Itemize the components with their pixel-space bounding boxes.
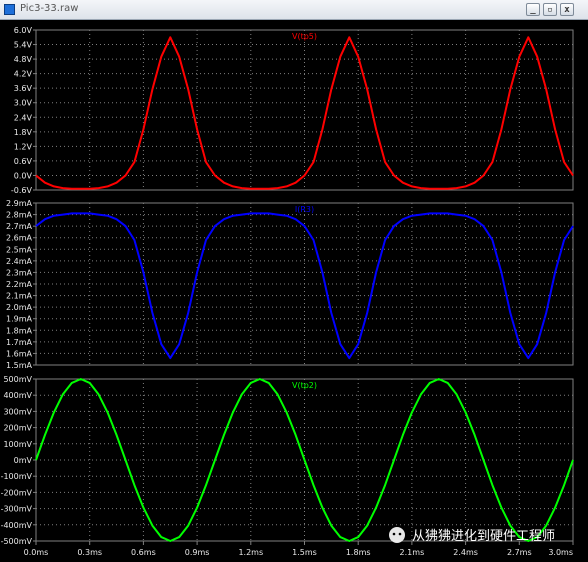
y-tick-label: 0mV (14, 456, 33, 465)
watermark-text: 从狒狒进化到硬件工程师 (412, 529, 555, 544)
y-tick-label: 2.8mA (6, 211, 33, 220)
y-tick-label: 4.2V (14, 70, 33, 79)
y-tick-label: 2.7mA (6, 222, 33, 231)
watermark: 从狒狒进化到硬件工程师 (389, 527, 555, 544)
y-tick-label: -300mV (1, 505, 33, 514)
y-tick-label: 3.0V (14, 99, 33, 108)
y-tick-label: 1.8V (14, 128, 33, 137)
y-tick-label: 2.0mA (6, 303, 33, 312)
y-tick-label: 2.5mA (6, 245, 33, 254)
minimize-button[interactable]: _ (526, 3, 540, 16)
x-tick-label: 2.1ms (400, 548, 425, 557)
x-tick-label: 3.0ms (548, 548, 573, 557)
y-tick-label: -500mV (1, 537, 33, 546)
y-tick-label: 2.3mA (6, 268, 33, 277)
window-titlebar: Pic3-33.raw _ ▫ x (0, 0, 588, 20)
wechat-icon-eye-left (392, 532, 396, 536)
y-tick-label: -200mV (1, 488, 33, 497)
window-title: Pic3-33.raw (20, 3, 79, 14)
x-tick-label: 1.8ms (346, 548, 371, 557)
x-tick-label: 2.7ms (507, 548, 532, 557)
close-button[interactable]: x (560, 3, 574, 16)
y-tick-label: 2.9mA (6, 199, 33, 208)
y-tick-label: 0.0V (14, 171, 33, 180)
y-tick-label: 2.4V (14, 113, 33, 122)
waveform-plot[interactable]: -0.6V 0.0V 0.6V 1.2V 1.8V 2.4V 3.0V 3.6V 4.2V 4.8… (0, 20, 588, 562)
y-tick-label: 1.8mA (6, 326, 33, 335)
pane-2: 1.5mA 1.6mA 1.7mA 1.8mA 1.9mA 2.0mA 2.1mA 2.2mA… (6, 199, 574, 370)
y-tick-label: 2.6mA (6, 234, 33, 243)
wechat-icon-eye-right (398, 532, 402, 536)
y-tick-label: 4.8V (14, 55, 33, 64)
y-tick-label: -100mV (1, 472, 33, 481)
y-tick-label: -0.6V (11, 186, 33, 195)
y-tick-label: 2.1mA (6, 292, 33, 301)
y-tick-label: 1.7mA (6, 338, 33, 347)
x-tick-label: 0.0ms (24, 548, 49, 557)
series-title: V(tp2) (292, 381, 317, 390)
y-tick-label: 1.2V (14, 142, 33, 151)
y-tick-label: -400mV (1, 521, 33, 530)
y-tick-label: 3.6V (14, 84, 33, 93)
y-tick-label: 1.5mA (6, 361, 33, 370)
x-tick-label: 2.4ms (453, 548, 478, 557)
x-tick-label: 1.5ms (292, 548, 317, 557)
waveform-file-icon (4, 4, 15, 15)
x-tick-label: 0.3ms (77, 548, 102, 557)
x-tick-label: 0.6ms (131, 548, 156, 557)
y-tick-label: 6.0V (14, 26, 33, 35)
pane-3: -500mV -400mV -300mV -200mV -100mV 0mV 100mV 20… (1, 375, 574, 546)
series-title: V(tp5) (292, 32, 317, 41)
y-tick-label: 0.6V (14, 157, 33, 166)
y-tick-label: 500mV (3, 375, 32, 384)
y-tick-label: 100mV (3, 440, 32, 449)
x-tick-label: 1.2ms (238, 548, 263, 557)
y-tick-label: 2.2mA (6, 280, 33, 289)
y-tick-label: 5.4V (14, 41, 33, 50)
wechat-icon (389, 527, 405, 543)
y-tick-label: 1.9mA (6, 315, 33, 324)
x-tick-label: 0.9ms (185, 548, 210, 557)
y-tick-label: 300mV (3, 407, 32, 416)
y-tick-label: 2.4mA (6, 257, 33, 266)
restore-button[interactable]: ▫ (543, 3, 557, 16)
y-tick-label: 400mV (3, 391, 32, 400)
pane-1: -0.6V 0.0V 0.6V 1.2V 1.8V 2.4V 3.0V 3.6V 4.2V 4.8… (11, 26, 574, 195)
y-tick-label: 1.6mA (6, 349, 33, 358)
series-title: I(R3) (295, 205, 314, 214)
y-tick-label: 200mV (3, 424, 32, 433)
